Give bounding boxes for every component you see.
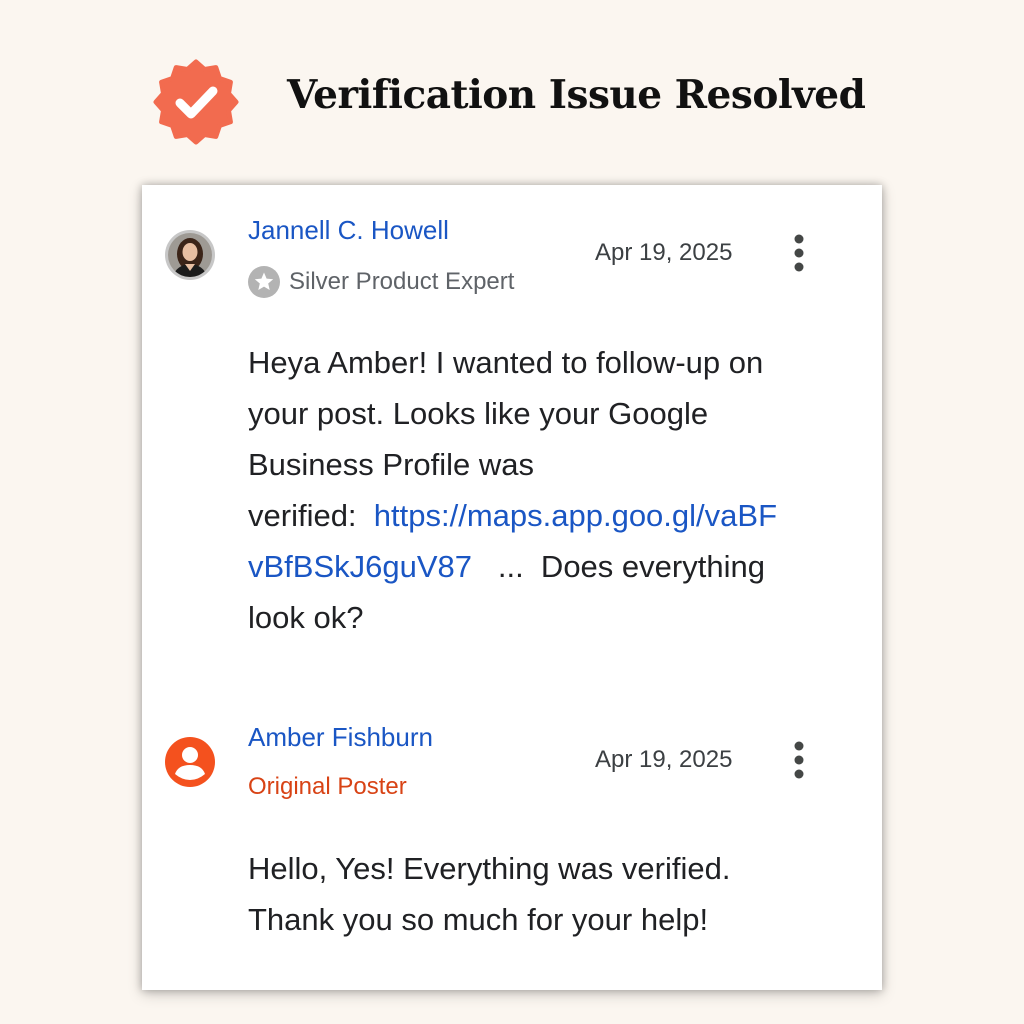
body-text: verified: [248, 498, 374, 533]
thread-card: Jannell C. Howell Silver Product Expert … [142, 185, 882, 990]
role-badge: Original Poster [248, 773, 407, 801]
post-body-line: Heya Amber! I wanted to follow-up on [248, 345, 764, 380]
role-label: Silver Product Expert [289, 268, 515, 295]
post-body-line: your post. Looks like your Google [248, 396, 709, 431]
post-date: Apr 19, 2025 [595, 746, 733, 773]
post-body-line: Business Profile was [248, 447, 535, 482]
author-name[interactable]: Amber Fishburn [248, 722, 433, 753]
page-title: Verification Issue Resolved [287, 72, 866, 118]
post-body: Heya Amber! I wanted to follow-up on you… [248, 337, 858, 643]
post-body-line: verified: https://maps.app.goo.gl/vaBF [248, 490, 858, 541]
post-body-line: vBfBSkJ6guV87 ... Does everything [248, 541, 858, 592]
post-body-line: Hello, Yes! Everything was verified. [248, 851, 731, 886]
profile-link-continued[interactable]: vBfBSkJ6guV87 [248, 549, 472, 584]
more-options-icon[interactable] [788, 233, 810, 273]
role-label: Original Poster [248, 773, 407, 800]
post-body-line: look ok? [248, 600, 364, 635]
profile-link[interactable]: https://maps.app.goo.gl/vaBF [374, 498, 777, 533]
post-body: Hello, Yes! Everything was verified. Tha… [248, 843, 858, 945]
author-name[interactable]: Jannell C. Howell [248, 215, 449, 246]
more-options-icon[interactable] [788, 740, 810, 780]
post-date: Apr 19, 2025 [595, 239, 733, 266]
verified-badge-icon [152, 58, 240, 146]
role-badge: Silver Product Expert [248, 266, 514, 298]
post-body-line: Thank you so much for your help! [248, 902, 709, 937]
avatar[interactable] [164, 736, 216, 788]
body-text: ... Does everything [472, 549, 765, 584]
star-badge-icon [248, 266, 280, 298]
avatar[interactable] [164, 229, 216, 281]
